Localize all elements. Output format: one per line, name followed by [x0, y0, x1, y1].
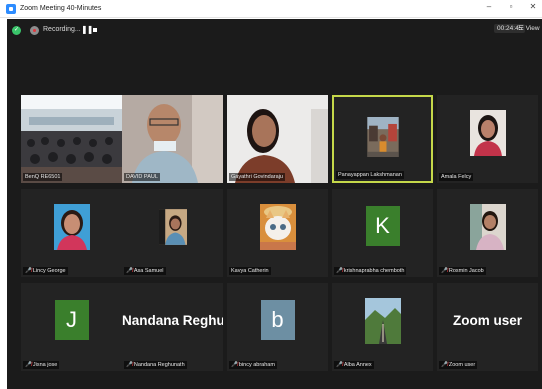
- participant-tile-kavya-catherin[interactable]: Kavya Catherin: [227, 189, 328, 277]
- david-paul-video-feed: [122, 95, 223, 183]
- lincy-profile-photo: [53, 204, 90, 250]
- pause-recording-button[interactable]: ❚❚: [81, 25, 93, 34]
- participant-tile-gayathri-govindaraju[interactable]: Gayathri Govindaraju: [227, 95, 328, 183]
- zoom-logo-icon: [6, 3, 16, 14]
- participant-tile-krishnaprabha-chemboth[interactable]: K 🎤̸ krishnaprabha chemboth: [332, 189, 433, 277]
- participant-name-label: Gayathri Govindaraju: [229, 173, 285, 181]
- alba-profile-photo: [364, 298, 401, 344]
- participant-display-name: Zoom user: [452, 313, 522, 328]
- letter-avatar: b: [260, 300, 295, 340]
- participant-name-label: 🎤̸ Asa Samuel: [124, 267, 166, 275]
- recording-indicator-icon: [30, 26, 39, 35]
- recording-label: Recording...: [43, 26, 81, 33]
- participant-display-name: Nandana Reghu...: [122, 313, 223, 328]
- asa-profile-photo: [158, 209, 187, 245]
- participant-tile-zoom-user[interactable]: Zoom user 🎤̸ Zoom user: [437, 283, 538, 371]
- participant-name-label: 🎤̸ Nandana Reghunath: [124, 361, 187, 369]
- participant-name-label: BenQ RE6501: [23, 173, 63, 181]
- amala-profile-photo: [469, 110, 506, 156]
- participant-tile-alba-annex[interactable]: 🎤̸ Alba Annex: [332, 283, 433, 371]
- mic-muted-icon: 🎤̸: [126, 362, 133, 368]
- participant-tile-amala-felcy[interactable]: Amala Felcy: [437, 95, 538, 183]
- stop-recording-button[interactable]: [93, 28, 97, 32]
- mic-muted-icon: 🎤̸: [25, 268, 32, 274]
- participant-tile-jisna-jose[interactable]: J 🎤̸ Jisna jose: [21, 283, 122, 371]
- participant-tile-david-paul[interactable]: DAVID PAUL: [122, 95, 223, 183]
- classroom-video-feed: [21, 95, 122, 183]
- mic-muted-icon: 🎤̸: [441, 362, 448, 368]
- participant-tile-lincy-george[interactable]: 🎤̸ Lincy George: [21, 189, 122, 277]
- mic-muted-icon: 🎤̸: [336, 362, 343, 368]
- rosmin-profile-photo: [469, 204, 506, 250]
- letter-avatar: J: [54, 300, 89, 340]
- mic-muted-icon: 🎤̸: [231, 362, 238, 368]
- letter-avatar: K: [365, 206, 400, 246]
- gayathri-video-feed: [227, 95, 328, 183]
- participant-name-label: Kavya Catherin: [229, 267, 271, 275]
- participant-tile-benq-re6501[interactable]: BenQ RE6501: [21, 95, 122, 183]
- panayappan-profile-photo: [366, 117, 399, 157]
- participant-name-label: 🎤̸ Alba Annex: [334, 361, 374, 369]
- view-button[interactable]: ☷ View: [518, 24, 540, 32]
- mic-muted-icon: 🎤̸: [126, 268, 133, 274]
- window-title: Zoom Meeting 40-Minutes: [20, 5, 102, 12]
- participant-name-label: Panayappan Lakshmanan: [336, 171, 404, 179]
- participant-tile-rosmin-jacob[interactable]: 🎤̸ Rosmin Jacob: [437, 189, 538, 277]
- participant-tile-bincy-abraham[interactable]: b 🎤̸ bincy abraham: [227, 283, 328, 371]
- window-controls: – ▫ ✕: [484, 2, 538, 11]
- participant-name-label: 🎤̸ krishnaprabha chemboth: [334, 267, 407, 275]
- mic-muted-icon: 🎤̸: [336, 268, 343, 274]
- participant-tile-panayappan-lakshmanan[interactable]: Panayappan Lakshmanan: [332, 95, 433, 183]
- kavya-profile-photo: [259, 204, 296, 250]
- participant-name-label: 🎤̸ bincy abraham: [229, 361, 277, 369]
- window-title-bar: Zoom Meeting 40-Minutes – ▫ ✕: [0, 0, 542, 18]
- participant-name-label: DAVID PAUL: [124, 173, 160, 181]
- participant-name-label: Amala Felcy: [439, 173, 474, 181]
- participant-name-label: 🎤̸ Lincy George: [23, 267, 68, 275]
- minimize-button[interactable]: –: [484, 2, 494, 11]
- participant-name-label: 🎤̸ Jisna jose: [23, 361, 60, 369]
- participant-tile-nandana-reghunath[interactable]: Nandana Reghu... 🎤̸Nandana Reghunath: [122, 283, 223, 371]
- mic-muted-icon: 🎤̸: [25, 362, 32, 368]
- close-button[interactable]: ✕: [528, 2, 538, 11]
- participant-tile-asa-samuel[interactable]: 🎤̸ Asa Samuel: [122, 189, 223, 277]
- participant-name-label: 🎤̸ Rosmin Jacob: [439, 267, 486, 275]
- meeting-gallery: ✓ Recording... ❚❚ 00:24:45 ☷ View BenQ R…: [7, 19, 542, 389]
- maximize-button[interactable]: ▫: [506, 2, 516, 11]
- participant-name-label: 🎤̸ Zoom user: [439, 361, 478, 369]
- shield-check-icon[interactable]: ✓: [12, 26, 21, 35]
- meeting-top-bar: ✓ Recording... ❚❚ 00:24:45 ☷ View: [7, 19, 542, 43]
- mic-muted-icon: 🎤̸: [441, 268, 448, 274]
